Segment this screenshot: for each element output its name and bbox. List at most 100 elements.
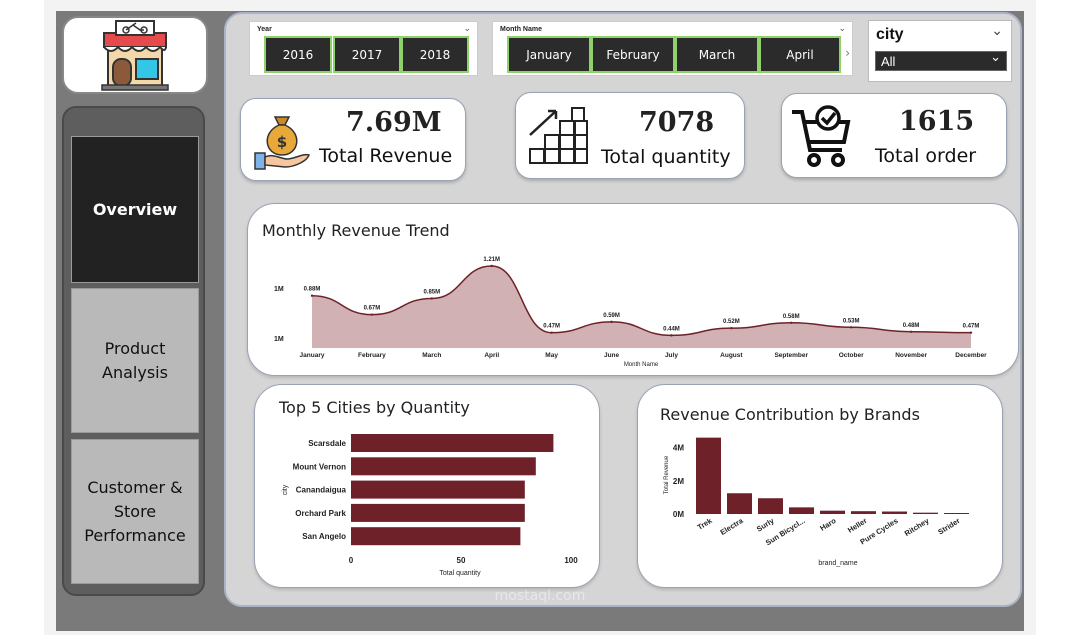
x-tick-label: 50 (457, 556, 466, 565)
month-slicer-title: Month Name (500, 26, 542, 33)
side-navigation: Overview Product Analysis Customer & Sto… (62, 106, 205, 596)
brand-bar (820, 510, 845, 514)
stacked-boxes-icon (529, 107, 588, 164)
x-tick-label: January (300, 352, 325, 359)
revenue-point (849, 326, 853, 329)
x-tick-label: November (895, 352, 927, 359)
money-bag-icon: $ (254, 116, 310, 170)
year-slicer-title: Year (257, 26, 272, 33)
x-tick-label: August (720, 352, 743, 359)
revenue-point (370, 313, 374, 316)
chevron-down-icon[interactable]: ⌄ (991, 23, 1003, 39)
data-label: 0.67M (364, 306, 381, 312)
data-label: 0.53M (843, 318, 860, 324)
city-label: Orchard Park (295, 509, 346, 518)
chevron-down-icon[interactable]: ⌄ (838, 24, 846, 34)
x-tick-label: October (839, 352, 864, 359)
data-label: 0.47M (543, 324, 560, 330)
brand-bar (758, 498, 783, 514)
shopping-cart-check-icon (792, 105, 851, 167)
x-axis-title: brand_name (818, 560, 857, 567)
store-logo (62, 16, 208, 94)
city-bar (351, 480, 525, 499)
revenue-area-fill (312, 266, 971, 348)
brand-bar (727, 493, 752, 514)
brand-bar (851, 511, 876, 514)
data-label: 0.58M (783, 314, 800, 320)
city-label: San Angelo (302, 532, 346, 541)
revenue-point (610, 320, 613, 324)
store-icon (101, 20, 169, 91)
brand-bar (882, 511, 907, 514)
watermark-arabic: مستقل (501, 559, 579, 589)
x-tick-label: December (955, 352, 987, 359)
kpi-total-revenue: $ 7.69M Total Revenue (240, 98, 466, 181)
x-tick-label: June (604, 352, 620, 359)
revenue-point (310, 294, 314, 297)
brand-bar (789, 507, 814, 514)
watermark: مستقل mostaql.com (470, 560, 610, 604)
revenue-point (550, 331, 553, 334)
y-tick-label: 1M (274, 336, 284, 343)
brand-label: Haro (818, 516, 838, 533)
y-tick-label: 1M (274, 286, 284, 293)
nav-product-analysis[interactable]: Product Analysis (71, 288, 199, 433)
top-cities-card: Top 5 Cities by Quantity city Total quan… (254, 384, 600, 588)
watermark-latin: mostaql.com (494, 588, 586, 604)
city-slicer-title: city (876, 26, 904, 43)
year-2016-button[interactable]: 2016 (264, 36, 332, 73)
nav-customer-store-performance[interactable]: Customer & Store Performance (71, 439, 199, 584)
month-april-button[interactable]: April (759, 36, 841, 73)
monthly-revenue-card: Monthly Revenue Trend 1M 1M Month Name 0… (247, 203, 1019, 376)
kpi-total-order: 1615 Total order (781, 93, 1007, 178)
city-dropdown-value: All (881, 54, 896, 69)
revenue-point (670, 334, 673, 337)
city-label: Mount Vernon (293, 462, 346, 471)
x-tick-label: March (422, 352, 441, 359)
x-axis-title: Month Name (624, 362, 659, 368)
city-bar (351, 457, 536, 476)
kpi-total-quantity: 7078 Total quantity (515, 92, 745, 179)
brand-label: Trek (696, 516, 715, 532)
city-label: Canandaigua (296, 486, 347, 495)
kpi-total-quantity-value: 7078 (639, 107, 715, 138)
month-slicer: Month Name ⌄ January February March Apri… (492, 21, 853, 76)
city-bar (351, 527, 521, 546)
x-tick-label: 0 (349, 556, 354, 565)
y-tick-label: 0M (673, 510, 684, 519)
brand-bar (944, 513, 969, 514)
data-label: 0.59M (603, 313, 620, 319)
brand-bar (696, 437, 721, 514)
city-dropdown[interactable]: All ⌄ (875, 50, 1007, 71)
city-slicer: city ⌄ All ⌄ (868, 20, 1012, 82)
year-2018-button[interactable]: 2018 (401, 36, 469, 73)
kpi-total-order-label: Total order (875, 145, 977, 167)
city-label: Scarsdale (308, 439, 346, 448)
brand-label: Surly (755, 516, 776, 534)
brand-bar (913, 512, 938, 514)
city-bar (351, 434, 554, 452)
revenue-point (430, 297, 434, 300)
monthly-revenue-chart: 1M 1M Month Name 0.88M January 0.67M Februa… (274, 257, 987, 368)
brand-label: Ritchey (903, 516, 931, 538)
revenue-point (730, 326, 733, 330)
nav-customer-store-label: Customer & Store Performance (84, 477, 186, 545)
data-label: 0.47M (963, 324, 980, 330)
month-march-button[interactable]: March (675, 36, 759, 73)
x-tick-label: September (774, 352, 808, 359)
nav-overview[interactable]: Overview (71, 136, 199, 283)
chevron-right-icon[interactable]: › (845, 46, 850, 60)
year-2017-button[interactable]: 2017 (333, 36, 401, 73)
month-january-button[interactable]: January (507, 36, 591, 73)
revenue-point (490, 264, 493, 268)
x-tick-label: May (545, 352, 558, 359)
x-tick-label: April (484, 352, 499, 359)
chevron-down-icon[interactable]: ⌄ (463, 24, 471, 34)
data-label: 0.85M (423, 289, 440, 295)
month-february-button[interactable]: February (591, 36, 675, 73)
kpi-total-quantity-label: Total quantity (601, 146, 731, 168)
brand-revenue-card: Revenue Contribution by Brands Total Rev… (637, 384, 1003, 588)
data-label: 1.21M (483, 257, 500, 263)
revenue-point (909, 330, 913, 333)
brand-revenue-chart: Total Revenue brand_name 0M 2M 4M Trek Elect… (664, 437, 969, 567)
